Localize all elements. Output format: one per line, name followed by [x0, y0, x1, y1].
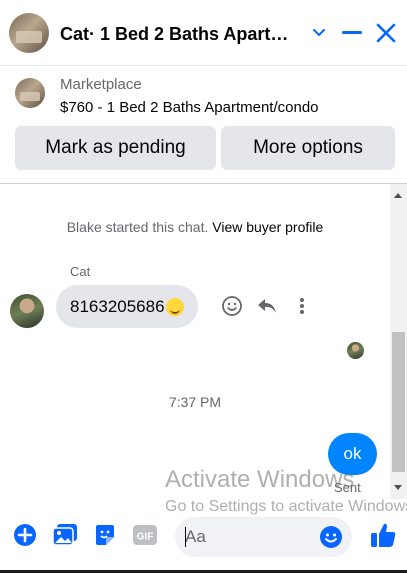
message-list[interactable]: Blake started this chat. View buyer prof…	[0, 184, 390, 499]
chat-started-notice: Blake started this chat. View buyer prof…	[0, 219, 390, 235]
chat-header: Cat· 1 Bed 2 Baths Apartment/condo	[0, 0, 407, 66]
emoji-icon[interactable]	[319, 525, 343, 549]
listing-panel: Marketplace $760 - 1 Bed 2 Baths Apartme…	[0, 66, 407, 184]
avatar[interactable]	[10, 294, 44, 328]
gif-icon[interactable]: GIF	[132, 522, 158, 548]
incoming-message-bubble[interactable]: 8163205686	[56, 285, 198, 328]
message-status: Sent	[334, 480, 361, 495]
message-text: ok	[343, 444, 362, 463]
close-icon[interactable]	[372, 18, 400, 48]
chevron-down-icon[interactable]	[305, 18, 333, 48]
more-options-button[interactable]: More options	[221, 126, 395, 170]
gif-label: GIF	[137, 532, 154, 543]
text-caret	[185, 527, 186, 547]
scrollbar-thumb[interactable]	[392, 332, 405, 472]
smiling-face-icon	[165, 297, 184, 316]
photo-icon[interactable]	[52, 522, 78, 548]
scroll-up-arrow-icon[interactable]	[394, 193, 402, 198]
more-vertical-icon[interactable]	[290, 294, 314, 318]
like-icon[interactable]	[368, 520, 398, 550]
chat-title[interactable]: Cat· 1 Bed 2 Baths Apartment/condo	[60, 24, 300, 45]
listing-image[interactable]	[15, 78, 45, 108]
scroll-down-arrow-icon[interactable]	[394, 485, 402, 490]
listing-thumbnail[interactable]	[9, 13, 49, 53]
view-buyer-profile-link[interactable]: View buyer profile	[212, 219, 323, 235]
mark-as-pending-button[interactable]: Mark as pending	[15, 126, 216, 170]
chat-scrollbar[interactable]	[390, 184, 407, 499]
listing-source: Marketplace	[60, 76, 142, 93]
minimize-icon[interactable]	[338, 18, 366, 48]
time-divider: 7:37 PM	[168, 394, 222, 410]
plus-icon[interactable]	[12, 522, 38, 548]
sticker-icon[interactable]	[92, 522, 118, 548]
react-icon[interactable]	[220, 294, 244, 318]
chat-started-text: Blake started this chat.	[66, 219, 209, 235]
message-input-container[interactable]	[175, 517, 352, 557]
sender-name: Cat	[70, 264, 91, 279]
reply-icon[interactable]	[255, 294, 279, 318]
message-input[interactable]	[185, 517, 315, 557]
listing-title[interactable]: $760 - 1 Bed 2 Baths Apartment/condo	[60, 99, 319, 116]
seen-indicator-avatar	[347, 342, 364, 359]
outgoing-message-bubble[interactable]: ok	[328, 433, 377, 475]
message-text: 8163205686	[70, 296, 165, 316]
message-composer: GIF	[0, 510, 407, 564]
